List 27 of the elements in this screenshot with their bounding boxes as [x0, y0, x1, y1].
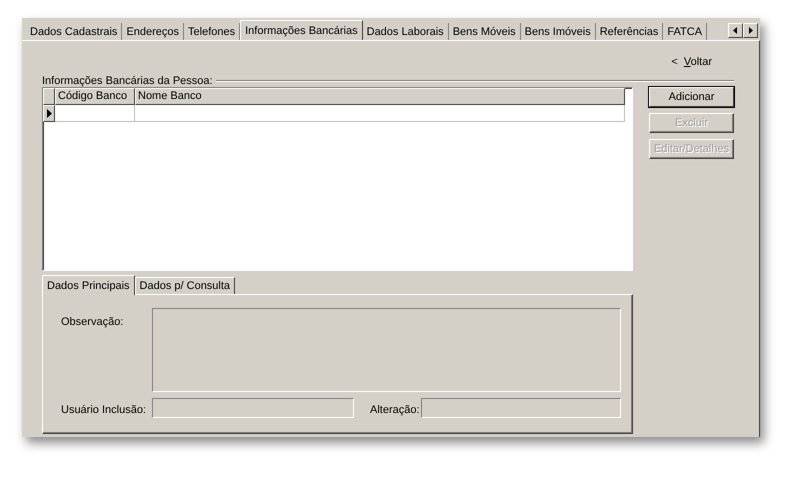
grid-corner-header	[43, 88, 55, 105]
right-arrow-icon	[748, 27, 753, 34]
back-link[interactable]: Voltar	[684, 56, 712, 70]
field-label: Observação:	[61, 315, 124, 330]
tab[interactable]: Referências	[596, 23, 664, 40]
input-field[interactable]	[152, 398, 354, 418]
column-header[interactable]: Nome Banco	[135, 88, 625, 105]
scroll-left-button[interactable]	[728, 23, 743, 38]
observation-field[interactable]	[152, 308, 621, 392]
row-pointer-icon	[46, 109, 52, 118]
data-grid[interactable]: Código Banco Nome Banco	[42, 87, 633, 271]
row-indicator[interactable]	[43, 105, 55, 122]
tab[interactable]: Bens Móveis	[448, 23, 521, 40]
field-label: Alteração:	[369, 403, 421, 418]
back-arrow-icon: <	[671, 56, 678, 70]
tab[interactable]: Informações Bancárias	[240, 20, 363, 41]
action-button[interactable]: Adicionar	[649, 87, 734, 107]
tab[interactable]: Dados Laborais	[362, 23, 449, 40]
tab[interactable]: Dados p/ Consulta	[134, 277, 236, 294]
field-label: Usuário Inclusão:	[61, 403, 147, 418]
column-header[interactable]: Código Banco	[55, 88, 135, 105]
input-field[interactable]	[421, 398, 621, 418]
left-arrow-icon	[733, 27, 738, 34]
tab[interactable]: Bens Imóveis	[520, 23, 596, 40]
tab[interactable]: Dados Principais	[42, 275, 135, 295]
scroll-right-button[interactable]	[743, 23, 758, 38]
group-title: Informações Bancárias da Pessoa:	[42, 75, 213, 87]
